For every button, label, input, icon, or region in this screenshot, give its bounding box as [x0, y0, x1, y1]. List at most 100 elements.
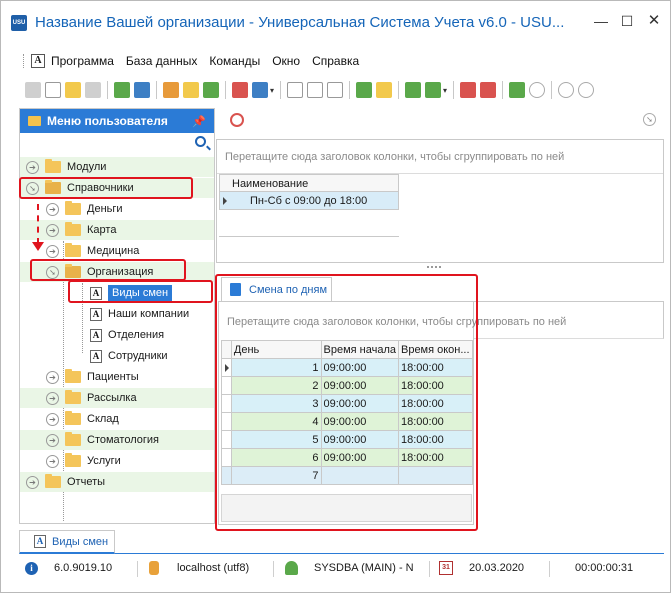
server-text: localhost (utf8) [177, 562, 250, 574]
document-a-icon[interactable]: A [31, 54, 45, 68]
menu-search-bar [20, 133, 214, 155]
document-a-icon: A [90, 328, 102, 342]
image-icon[interactable] [252, 82, 268, 98]
collapse-icon[interactable] [327, 82, 344, 98]
close-window-icon[interactable] [480, 82, 497, 98]
add-column-icon[interactable] [356, 82, 373, 98]
toolbar-separator [502, 81, 504, 99]
status-separator [429, 561, 430, 577]
group-by-panel[interactable]: Перетащите сюда заголовок колонки, чтобы… [217, 140, 663, 174]
export-excel-icon[interactable] [405, 82, 422, 98]
tree-item-modules[interactable]: ➔ Модули [20, 157, 214, 177]
tree-item-employees[interactable]: A Сотрудники [20, 346, 214, 366]
delete-record-icon[interactable] [85, 82, 101, 98]
tree-item-label: Медицина [87, 245, 140, 257]
refresh-icon[interactable] [114, 82, 130, 98]
highlight-organization [30, 259, 186, 281]
version-text: 6.0.9019.10 [54, 562, 113, 574]
toolbar-separator [156, 81, 157, 99]
tree-item-patients[interactable]: ➔ Пациенты [20, 367, 214, 387]
import-excel-icon[interactable] [425, 82, 442, 98]
user-menu-header: Меню пользователя 📌 [20, 109, 214, 133]
menu-bar: A Программа База данных Команды Окно Спр… [1, 49, 670, 73]
tree-item-map[interactable]: ➔ Карта [20, 220, 214, 240]
main-toolbar: ▾ ▾ [1, 77, 670, 103]
app-logo-icon: USU [11, 15, 27, 31]
expand-icon[interactable]: ➔ [46, 454, 59, 468]
expand-icon[interactable]: ➔ [46, 433, 59, 447]
tree-item-departments[interactable]: A Отделения [20, 325, 214, 345]
tree-item-dentistry[interactable]: ➔ Стоматология [20, 430, 214, 450]
info-icon: i [25, 561, 38, 575]
expand-icon[interactable]: ➔ [46, 202, 59, 216]
expand-icon[interactable]: ➔ [46, 412, 59, 426]
tree-item-mailing[interactable]: ➔ Рассылка [20, 388, 214, 408]
columns-icon[interactable] [287, 82, 304, 98]
close-button[interactable]: ✕ [642, 11, 666, 31]
column-header-name[interactable]: Наименование [219, 174, 399, 192]
filter-edit-icon[interactable] [183, 82, 199, 98]
toolbar-separator [225, 81, 226, 99]
gear-icon[interactable] [558, 82, 575, 98]
tree-item-money[interactable]: ➔ Деньги [20, 199, 214, 219]
user-text: SYSDBA (MAIN) - N [314, 562, 414, 574]
folder-icon [45, 159, 61, 173]
row-indicator-icon [223, 197, 227, 205]
tree-item-medicine[interactable]: ➔ Медицина [20, 241, 214, 261]
filter-apply-icon[interactable] [203, 82, 219, 98]
circle-nav-icon[interactable]: ➘ [643, 113, 656, 126]
cell-name: Пн-Сб с 09:00 до 18:00 [250, 195, 368, 207]
menu-window[interactable]: Окно [272, 54, 300, 68]
circle-nav-icon[interactable] [578, 82, 595, 98]
tab-shift-types[interactable]: A Виды смен [19, 530, 115, 554]
tree-item-warehouse[interactable]: ➔ Склад [20, 409, 214, 429]
grid-footer [219, 236, 399, 262]
user-menu-title: Меню пользователя [47, 114, 168, 128]
add-record-icon[interactable] [25, 82, 41, 98]
expand-icon[interactable]: ➔ [46, 370, 59, 384]
tree-item-our-companies[interactable]: A Наши компании [20, 304, 214, 324]
menu-help[interactable]: Справка [312, 54, 359, 68]
maximize-button[interactable]: ☐ [615, 11, 639, 31]
folder-icon [65, 432, 81, 446]
tree-item-label: Модули [67, 161, 107, 173]
expand-icon[interactable]: ➔ [46, 244, 59, 258]
note-icon[interactable] [376, 82, 393, 98]
search-icon[interactable] [134, 82, 150, 98]
refresh-icon[interactable] [230, 113, 244, 127]
shift-types-table: Наименование Пн-Сб с 09:00 до 18:00 [219, 174, 399, 210]
menu-grip [23, 54, 25, 68]
grid-toolbar: ➘ [221, 109, 664, 131]
expand-icon[interactable]: ➔ [26, 160, 39, 174]
status-date: 31 20.03.2020 [439, 557, 524, 579]
tree-item-reports[interactable]: ➔ Отчеты [20, 472, 214, 492]
pin-icon[interactable]: 📌 [192, 115, 206, 128]
menu-database[interactable]: База данных [126, 54, 197, 68]
status-separator [549, 561, 550, 577]
menu-program[interactable]: Программа [51, 54, 114, 68]
table-row[interactable]: Пн-Сб с 09:00 до 18:00 [219, 192, 399, 210]
chevron-down-icon[interactable]: ▾ [270, 86, 274, 95]
toolbar-separator [280, 81, 282, 99]
flag-icon[interactable] [232, 82, 248, 98]
circle-nav-icon[interactable] [529, 82, 546, 98]
tree-item-label: Отчеты [67, 476, 106, 488]
expand-icon[interactable] [307, 82, 324, 98]
copy-record-icon[interactable] [45, 82, 61, 98]
minimize-button[interactable]: — [589, 11, 613, 31]
exit-icon[interactable] [509, 82, 526, 98]
expand-icon[interactable]: ➔ [26, 475, 39, 489]
edit-record-icon[interactable] [65, 82, 81, 98]
tree-item-services[interactable]: ➔ Услуги [20, 451, 214, 471]
expand-icon[interactable]: ➔ [46, 223, 59, 237]
tree-item-label: Отделения [108, 329, 165, 341]
search-icon[interactable] [195, 136, 206, 147]
splitter-handle[interactable] [427, 266, 441, 269]
tab-label: Виды смен [52, 535, 109, 548]
expand-icon[interactable]: ➔ [46, 391, 59, 405]
folder-icon [65, 201, 81, 215]
chevron-down-icon[interactable]: ▾ [443, 86, 447, 95]
menu-commands[interactable]: Команды [209, 54, 260, 68]
filter-icon[interactable] [163, 82, 179, 98]
new-window-icon[interactable] [460, 82, 477, 98]
